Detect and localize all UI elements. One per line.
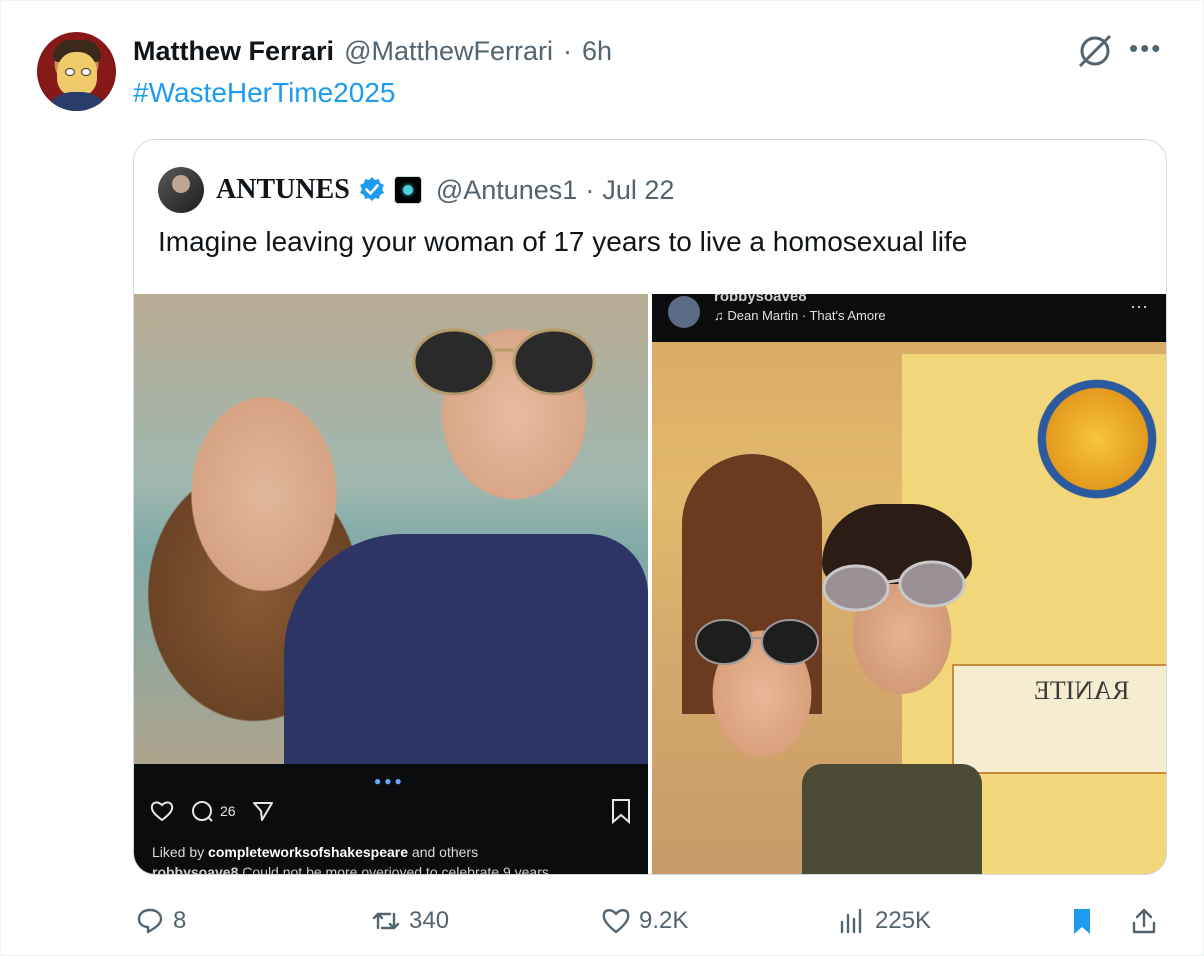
repost-icon <box>372 912 400 930</box>
instagram-bookmark-icon <box>612 799 630 824</box>
instagram-liked-by: Liked by completeworksofshakespeare and … <box>152 844 479 860</box>
like-button[interactable]: 9.2K <box>601 901 688 941</box>
instagram-actions: 26 <box>150 796 274 826</box>
quoted-image-right[interactable]: RANITE robbysoave8 ♫ Dean Martin · That'… <box>652 294 1166 874</box>
instagram-more-icon: ··· <box>1130 296 1148 316</box>
bookmark-icon <box>1074 909 1090 934</box>
quoted-header: ANTUNES @Antunes1 · Jul 22 <box>158 167 674 213</box>
quoted-text: Imagine leaving your woman of 17 years t… <box>158 226 968 257</box>
heart-icon <box>602 909 630 934</box>
repost-button[interactable]: 340 <box>371 901 449 941</box>
verified-badge-icon <box>359 177 384 201</box>
carousel-dots: ●●● <box>374 774 405 788</box>
share-icon <box>252 802 273 821</box>
quoted-author-name[interactable]: ANTUNES <box>216 174 350 206</box>
tweet-actions: 8 340 9.2K 225K <box>131 901 1171 941</box>
bookmark-button[interactable] <box>1067 901 1097 941</box>
heart-icon <box>150 801 174 822</box>
views-icon <box>840 908 862 934</box>
author-name[interactable]: Matthew Ferrari <box>133 36 334 67</box>
instagram-footer: ●●● 26 Liked by completeworksofshakespea… <box>134 764 648 875</box>
share-button[interactable] <box>1129 901 1159 941</box>
instagram-story-header: robbysoave8 ♫ Dean Martin · That's Amore… <box>652 294 1166 342</box>
tweet-header: Matthew Ferrari @MatthewFerrari · 6h <box>133 33 612 69</box>
instagram-username: robbysoave8 <box>714 294 807 305</box>
instagram-user-avatar <box>668 296 700 328</box>
share-icon <box>1132 908 1156 934</box>
quoted-separator: · <box>585 174 595 205</box>
sunglasses-icon <box>822 560 966 612</box>
instagram-caption: robbysoave8 Could not be more overjoyed … <box>152 864 549 875</box>
reply-count: 8 <box>173 907 187 934</box>
quoted-tweet[interactable]: ANTUNES @Antunes1 · Jul 22 Imagine leavi… <box>133 139 1167 875</box>
grok-icon[interactable] <box>1075 31 1115 71</box>
quoted-handle[interactable]: @Antunes1 <box>436 175 578 206</box>
comment-icon <box>192 801 213 822</box>
more-options-icon[interactable]: ••• <box>1129 35 1169 65</box>
selfie-photo <box>134 294 648 764</box>
tweet-card[interactable]: Matthew Ferrari @MatthewFerrari · 6h #Wa… <box>0 0 1204 956</box>
tweet-hashtag[interactable]: #WasteHerTime2025 <box>133 77 395 109</box>
quoted-date[interactable]: Jul 22 <box>602 175 674 206</box>
reply-icon <box>137 908 163 934</box>
instagram-song: ♫ Dean Martin · That's Amore <box>714 308 886 323</box>
repost-count: 340 <box>409 907 450 934</box>
instagram-comment-count: 26 <box>220 803 236 819</box>
like-count: 9.2K <box>639 907 689 934</box>
author-avatar[interactable] <box>37 32 116 111</box>
sun-tile-icon <box>1032 374 1162 504</box>
sunglasses-icon <box>412 328 596 396</box>
sunglasses-icon <box>695 619 819 665</box>
views-button[interactable]: 225K <box>837 901 931 941</box>
tweet-time[interactable]: 6h <box>582 36 612 67</box>
quoted-avatar[interactable] <box>158 167 204 213</box>
quoted-image-left[interactable]: ●●● 26 Liked by completeworksofshakespea… <box>134 294 648 875</box>
header-separator: · <box>563 35 573 66</box>
reply-button[interactable]: 8 <box>135 901 186 941</box>
views-count: 225K <box>875 907 932 934</box>
author-handle[interactable]: @MatthewFerrari <box>344 36 553 67</box>
affiliate-badge-icon <box>393 176 422 204</box>
couple-photo: RANITE <box>652 294 1166 874</box>
